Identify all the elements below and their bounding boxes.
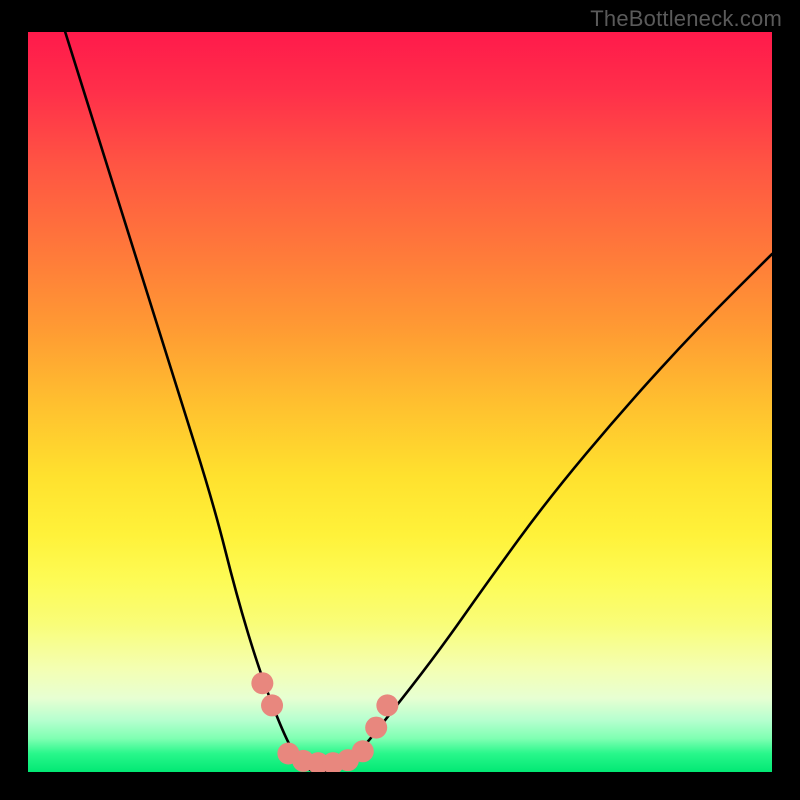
highlight-marker-group — [251, 672, 398, 772]
highlight-marker — [261, 694, 283, 716]
plot-area — [28, 32, 772, 772]
watermark-text: TheBottleneck.com — [590, 6, 782, 32]
chart-container: TheBottleneck.com — [0, 0, 800, 800]
chart-svg — [28, 32, 772, 772]
bottleneck-curve-line — [65, 32, 772, 772]
highlight-marker — [352, 740, 374, 762]
highlight-marker — [376, 694, 398, 716]
highlight-marker — [365, 717, 387, 739]
highlight-marker — [251, 672, 273, 694]
